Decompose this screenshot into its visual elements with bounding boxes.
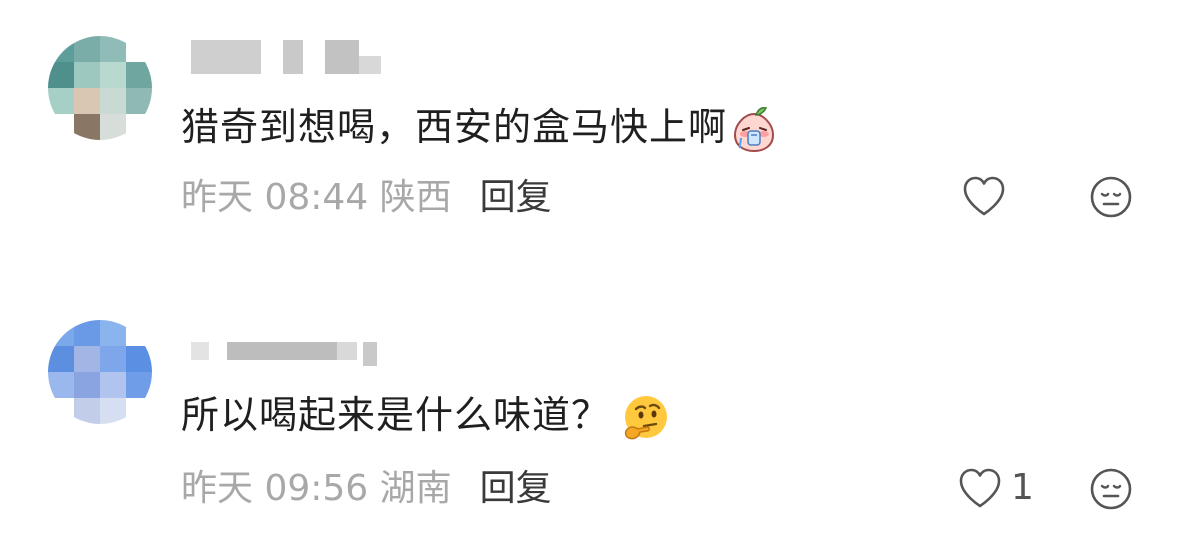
neutral-face-icon — [1090, 468, 1132, 510]
avatar-pixel — [126, 114, 152, 140]
avatar-mosaic — [48, 36, 152, 140]
avatar-pixel — [74, 114, 100, 140]
avatar-pixel — [126, 320, 152, 346]
avatar-pixel — [126, 346, 152, 372]
avatar-pixel — [100, 36, 126, 62]
avatar-pixel — [48, 346, 74, 372]
avatar-pixel — [126, 398, 152, 424]
comment-body: 猎奇到想喝，西安的盒马快上啊 — [181, 105, 728, 149]
avatar-pixel — [48, 114, 74, 140]
username-blurred[interactable] — [187, 38, 387, 74]
avatar-pixel — [74, 36, 100, 62]
comment-body: 所以喝起来是什么味道？ — [181, 393, 611, 437]
avatar-pixel — [126, 88, 152, 114]
avatar-pixel — [100, 398, 126, 424]
avatar-pixel — [48, 320, 74, 346]
avatar-pixel — [74, 398, 100, 424]
avatar-mosaic — [48, 320, 152, 424]
avatar-pixel — [48, 88, 74, 114]
avatar-pixel — [74, 62, 100, 88]
avatar-pixel — [74, 320, 100, 346]
reply-button[interactable]: 回复 — [480, 177, 552, 218]
like-button[interactable] — [961, 174, 1015, 218]
avatar-pixel — [48, 372, 74, 398]
like-count: 1 — [1011, 467, 1034, 508]
avatar-pixel — [100, 62, 126, 88]
heart-outline-icon — [963, 176, 1005, 216]
avatar-pixel — [100, 114, 126, 140]
neutral-face-icon — [1090, 176, 1132, 218]
avatar-pixel — [100, 372, 126, 398]
crying-peach-sticker-icon — [729, 105, 779, 155]
avatar-pixel — [74, 346, 100, 372]
avatar-pixel — [126, 372, 152, 398]
avatar-pixel — [126, 62, 152, 88]
avatar-pixel — [48, 62, 74, 88]
avatar-pixel — [100, 88, 126, 114]
reaction-button[interactable] — [1089, 467, 1133, 511]
avatar-pixel — [48, 36, 74, 62]
avatar-pixel — [74, 372, 100, 398]
avatar-pixel — [100, 320, 126, 346]
comment-meta: 昨天 08:44 陕西 回复 — [181, 176, 552, 220]
like-button[interactable]: 1 — [957, 466, 1034, 510]
avatar-pixel — [100, 346, 126, 372]
thinking-face-emoji-icon — [620, 393, 670, 443]
reply-button[interactable]: 回复 — [480, 468, 552, 509]
comment-meta: 昨天 09:56 湖南 回复 — [181, 467, 552, 511]
avatar-pixel — [74, 88, 100, 114]
avatar-pixel — [126, 36, 152, 62]
reaction-button[interactable] — [1089, 175, 1133, 219]
timestamp-location: 昨天 08:44 陕西 — [181, 177, 452, 218]
comment-text: 猎奇到想喝，西安的盒马快上啊 — [181, 102, 779, 155]
avatar[interactable] — [48, 36, 152, 140]
heart-outline-icon — [959, 468, 1001, 508]
comment-text: 所以喝起来是什么味道？ — [181, 390, 670, 443]
username-blurred[interactable] — [187, 338, 387, 372]
timestamp-location: 昨天 09:56 湖南 — [181, 468, 452, 509]
avatar-pixel — [48, 398, 74, 424]
avatar[interactable] — [48, 320, 152, 424]
